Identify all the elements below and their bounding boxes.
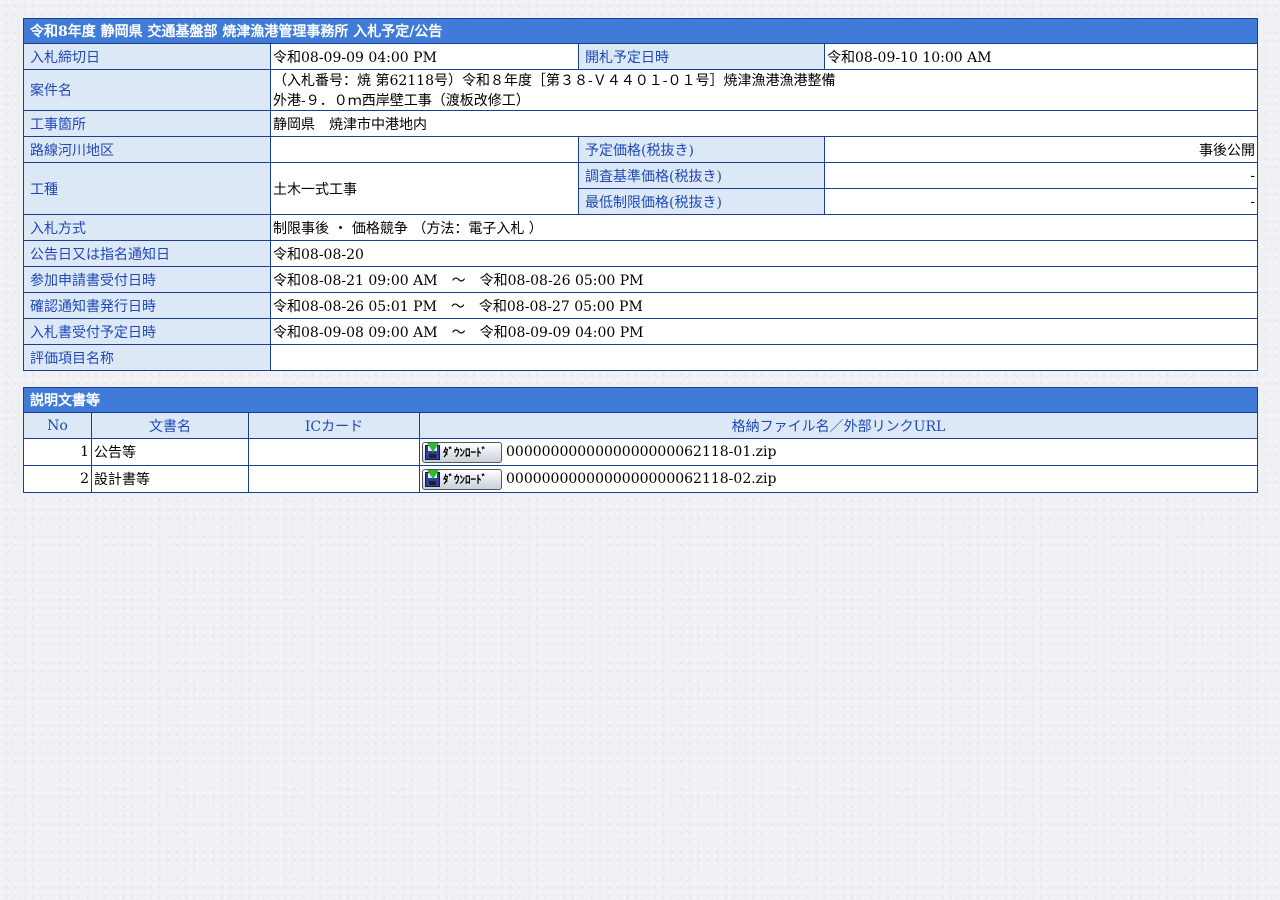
opening-label: 開札予定日時 xyxy=(578,43,825,70)
bid-info-table: 令和8年度 静岡県 交通基盤部 焼津漁港管理事務所 入札予定/公告 入札締切日 … xyxy=(22,18,1259,371)
bid-receipt-period-value: 令和08-09-08 09:00 AM ～ 令和08-09-09 04:00 P… xyxy=(269,318,1259,345)
col-header-doc-name: 文書名 xyxy=(91,412,249,439)
download-arrow-icon xyxy=(427,442,439,452)
opening-value: 令和08-09-10 10:00 AM xyxy=(823,43,1259,70)
page-wrapper: 令和8年度 静岡県 交通基盤部 焼津漁港管理事務所 入札予定/公告 入札締切日 … xyxy=(22,18,1259,493)
bid-method-label: 入札方式 xyxy=(23,214,271,241)
doc-file-name: 0000000000000000000062118-02.zip xyxy=(506,471,777,487)
location-label: 工事箇所 xyxy=(23,110,271,137)
col-header-file: 格納ファイル名／外部リンクURL xyxy=(419,412,1258,439)
case-name-label: 案件名 xyxy=(23,69,271,111)
notice-date-label: 公告日又は指名通知日 xyxy=(23,240,271,267)
doc-name: 公告等 xyxy=(91,438,249,466)
notice-date-value: 令和08-08-20 xyxy=(269,240,1259,267)
application-period-value: 令和08-08-21 09:00 AM ～ 令和08-08-26 05:00 P… xyxy=(269,266,1259,293)
table-row: 1 公告等 ﾀﾞｳﾝﾛｰﾄﾞ 0000000000000000000062118… xyxy=(23,438,1258,466)
doc-ic-card xyxy=(248,438,420,466)
min-price-label: 最低制限価格(税抜き) xyxy=(578,188,825,215)
planned-price-label: 予定価格(税抜き) xyxy=(578,136,825,163)
work-type-value: 土木一式工事 xyxy=(270,162,579,215)
confirmation-period-value: 令和08-08-26 05:01 PM ～ 令和08-08-27 05:00 P… xyxy=(269,292,1259,319)
doc-ic-card xyxy=(248,465,420,493)
survey-price-value: - xyxy=(823,162,1259,189)
download-arrow-icon xyxy=(427,469,439,479)
col-header-ic-card: ICカード xyxy=(248,412,420,439)
case-name-line1: （入札番号：焼 第62118号）令和８年度［第３８-Ｖ４４０１-０１号］焼津漁港… xyxy=(273,73,836,89)
min-price-value: - xyxy=(823,188,1259,215)
download-button-label: ﾀﾞｳﾝﾛｰﾄﾞ xyxy=(443,445,487,459)
application-period-label: 参加申請書受付日時 xyxy=(23,266,271,293)
download-button-label: ﾀﾞｳﾝﾛｰﾄﾞ xyxy=(443,472,487,486)
documents-title: 説明文書等 xyxy=(23,387,1258,413)
doc-no: 2 xyxy=(23,465,92,493)
planned-price-value: 事後公開 xyxy=(823,136,1259,163)
bid-info-title: 令和8年度 静岡県 交通基盤部 焼津漁港管理事務所 入札予定/公告 xyxy=(22,18,1259,44)
documents-table: 説明文書等 No 文書名 ICカード 格納ファイル名／外部リンクURL 1 公告… xyxy=(23,387,1258,493)
download-button[interactable]: ﾀﾞｳﾝﾛｰﾄﾞ xyxy=(422,441,502,463)
deadline-label: 入札締切日 xyxy=(23,43,271,70)
doc-file-name: 0000000000000000000062118-01.zip xyxy=(506,444,777,460)
work-type-label: 工種 xyxy=(23,162,271,215)
case-name-value: （入札番号：焼 第62118号）令和８年度［第３８-Ｖ４４０１-０１号］焼津漁港… xyxy=(269,69,1259,111)
confirmation-period-label: 確認通知書発行日時 xyxy=(23,292,271,319)
doc-file-cell: ﾀﾞｳﾝﾛｰﾄﾞ 0000000000000000000062118-02.zi… xyxy=(419,465,1258,493)
survey-price-label: 調査基準価格(税抜き) xyxy=(578,162,825,189)
evaluation-items-value xyxy=(269,344,1259,371)
route-label: 路線河川地区 xyxy=(23,136,271,163)
doc-file-cell: ﾀﾞｳﾝﾛｰﾄﾞ 0000000000000000000062118-01.zi… xyxy=(419,438,1258,466)
location-value: 静岡県 焼津市中港地内 xyxy=(269,110,1259,137)
table-row: 2 設計書等 ﾀﾞｳﾝﾛｰﾄﾞ 000000000000000000006211… xyxy=(23,465,1258,493)
doc-no: 1 xyxy=(23,438,92,466)
download-button[interactable]: ﾀﾞｳﾝﾛｰﾄﾞ xyxy=(422,468,502,490)
bid-receipt-period-label: 入札書受付予定日時 xyxy=(23,318,271,345)
route-value xyxy=(270,136,579,163)
doc-name: 設計書等 xyxy=(91,465,249,493)
col-header-no: No xyxy=(23,412,92,439)
bid-method-value: 制限事後 ・ 価格競争 （方法：電子入札 ） xyxy=(269,214,1259,241)
deadline-value: 令和08-09-09 04:00 PM xyxy=(270,43,579,70)
case-name-line2: 外港-９．０ｍ西岸壁工事（渡板改修工） xyxy=(273,93,530,109)
evaluation-items-label: 評価項目名称 xyxy=(23,344,271,371)
